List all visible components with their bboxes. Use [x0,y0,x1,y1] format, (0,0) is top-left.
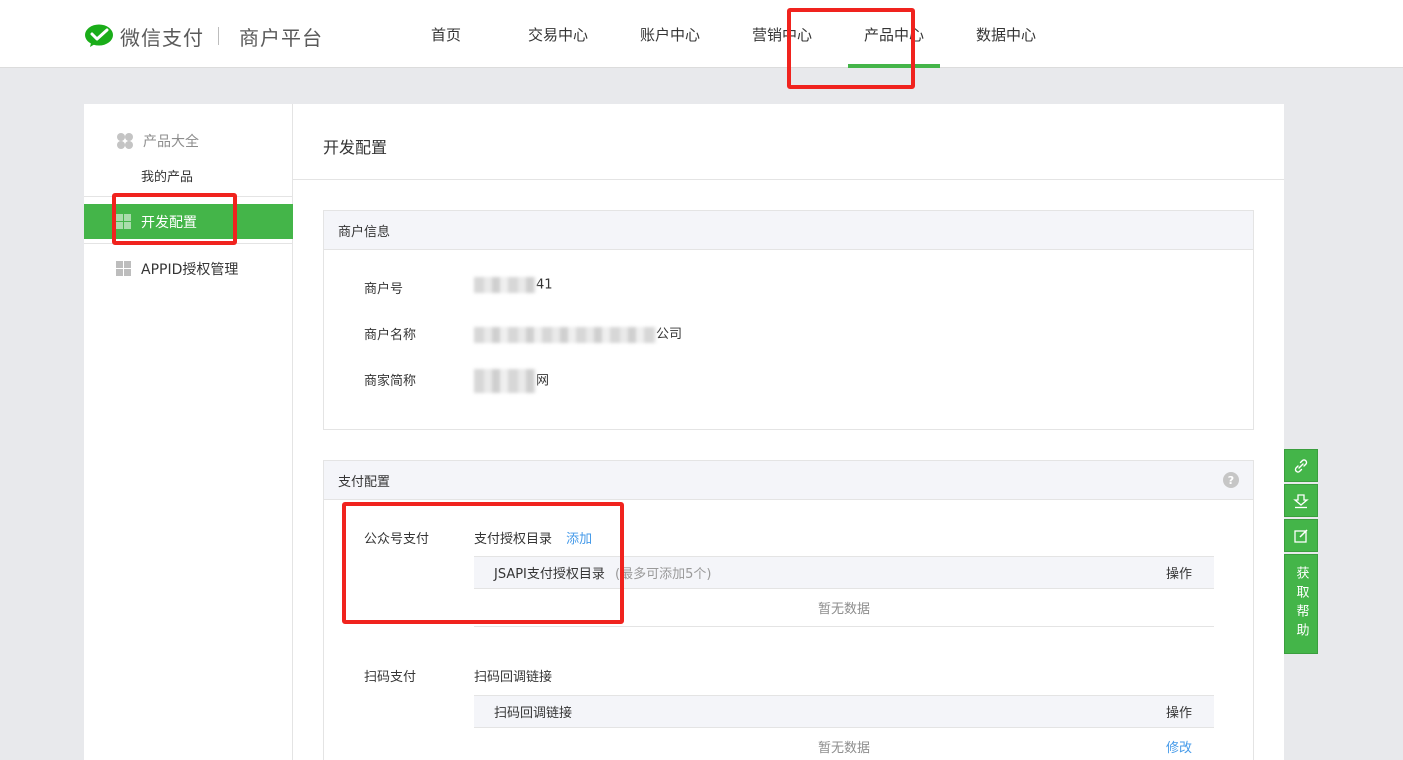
page-title: 开发配置 [323,138,388,157]
empty-text: 暂无数据 [817,741,870,756]
grid-icon [116,214,131,229]
table-header-title: JSAPI支付授权目录 (最多可添加5个) [494,567,712,582]
product-catalog-icon [116,132,134,150]
grid-icon [116,261,131,276]
redacted-block [474,369,536,393]
edit-link[interactable]: 修改 [1166,737,1192,756]
main-nav: 首页 交易中心 账户中心 营销中心 产品中心 数据中心 [390,0,1062,68]
title-divider [293,179,1284,180]
jsapi-sub-label: 支付授权目录 添加 [474,532,593,547]
table-header: 扫码回调链接 操作 [474,695,1214,728]
nav-home[interactable]: 首页 [390,0,502,68]
help-icon[interactable]: ? [1223,472,1239,488]
link-tool-button[interactable] [1284,449,1318,482]
panel-title: 商户信息 [338,224,391,240]
nav-marketing-center[interactable]: 营销中心 [726,0,838,68]
merchant-name-label: 商户名称 [364,328,417,343]
download-icon [1293,493,1309,508]
empty-text: 暂无数据 [817,602,870,617]
merchant-id-label: 商户号 [364,282,404,297]
sidebar-item-label: APPID授权管理 [141,261,239,278]
main-content: 开发配置 商户信息 商户号 41 商户名称 公司 商家简称 网 支付配置 ? 公… [293,104,1284,760]
payment-config-panel: 支付配置 ? 公众号支付 支付授权目录 添加 JSAPI支付授权目录 (最多可添… [323,460,1254,760]
edit-icon [1294,528,1308,543]
panel-header: 支付配置 ? [324,461,1253,500]
nav-product-center[interactable]: 产品中心 [838,0,950,68]
sidebar-group-label: 产品大全 [143,134,199,150]
logo-divider [218,27,219,45]
link-icon [1294,458,1308,473]
sidebar-group-products[interactable]: 产品大全 [116,131,199,151]
nav-trade-center[interactable]: 交易中心 [502,0,614,68]
native-section-label: 扫码支付 [364,670,417,685]
brand-name: 微信支付 [120,25,204,50]
platform-name: 商户平台 [239,25,323,50]
get-help-button[interactable]: 获取帮助 [1284,554,1318,654]
table-header-title: 扫码回调链接 [494,706,573,721]
redacted-block [474,277,536,293]
table-empty-row: 暂无数据 [474,589,1214,627]
table-action-header: 操作 [1165,706,1192,721]
jsapi-table: JSAPI支付授权目录 (最多可添加5个) 操作 暂无数据 [474,556,1214,627]
merchant-info-panel: 商户信息 商户号 41 商户名称 公司 商家简称 网 [323,210,1254,430]
table-header: JSAPI支付授权目录 (最多可添加5个) 操作 [474,556,1214,589]
feedback-tool-button[interactable] [1284,519,1318,552]
sidebar-item-dev-config[interactable]: 开发配置 [84,204,293,239]
merchant-name-value: 公司 [474,323,682,343]
nav-account-center[interactable]: 账户中心 [614,0,726,68]
sidebar-item-my-products[interactable]: 我的产品 [141,166,193,185]
merchant-short-name-value: 网 [474,369,549,393]
download-tool-button[interactable] [1284,484,1318,517]
panel-title: 支付配置 [338,474,391,490]
merchant-id-value: 41 [474,277,553,293]
native-table: 扫码回调链接 操作 暂无数据 修改 [474,695,1214,760]
top-header: 微信支付 商户平台 首页 交易中心 账户中心 营销中心 产品中心 数据中心 [0,0,1403,68]
panel-header: 商户信息 [324,211,1253,250]
sidebar-divider [84,196,293,197]
sidebar-item-label: 开发配置 [141,214,197,231]
wechat-pay-logo-icon [85,24,113,47]
nav-data-center[interactable]: 数据中心 [950,0,1062,68]
jsapi-section-label: 公众号支付 [364,532,430,547]
table-empty-row: 暂无数据 修改 [474,728,1214,760]
sidebar-divider [84,243,293,244]
native-sub-label: 扫码回调链接 [474,670,553,685]
sidebar-item-appid-auth[interactable]: APPID授权管理 [84,251,293,286]
floating-toolbar: 获取帮助 [1284,449,1318,654]
add-link[interactable]: 添加 [566,532,592,547]
wechat-pay-logo[interactable]: 微信支付 商户平台 [84,22,323,50]
sidebar: 产品大全 我的产品 开发配置 APPID授权管理 [84,104,293,760]
merchant-short-name-label: 商家简称 [364,374,417,389]
table-action-header: 操作 [1165,567,1192,582]
redacted-block [474,326,656,343]
